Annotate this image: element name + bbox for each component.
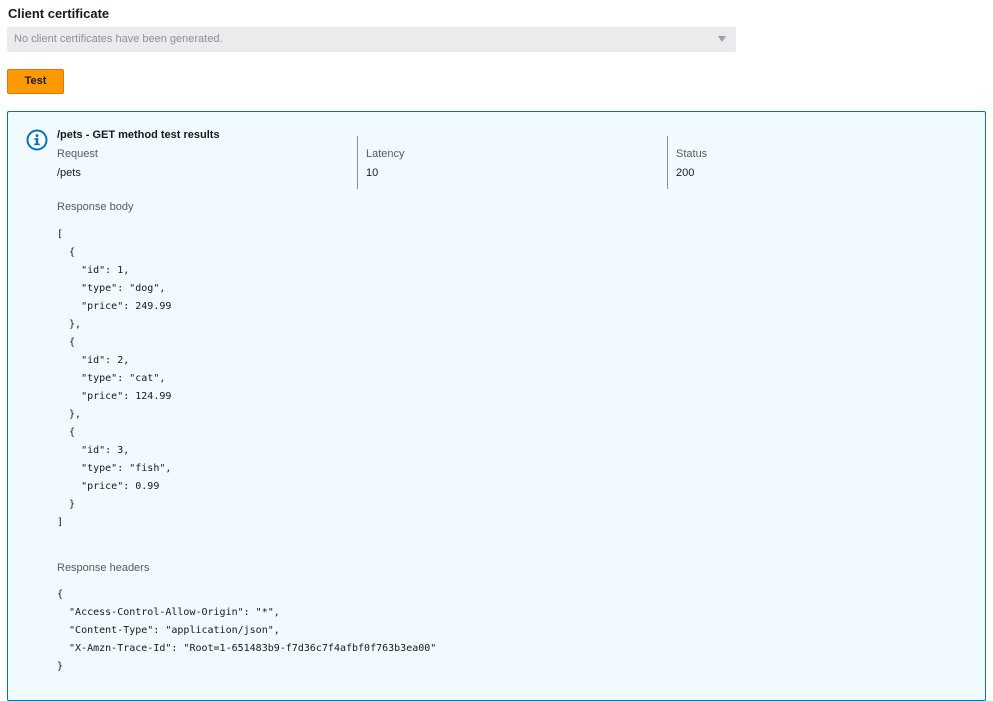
code-line: "type": "cat", <box>57 373 166 384</box>
code-line: "price": 124.99 <box>57 391 172 402</box>
code-line: "id": 1, <box>57 265 130 276</box>
client-certificate-label: Client certificate <box>8 6 110 21</box>
code-line: "Access-Control-Allow-Origin": "*", <box>57 607 280 618</box>
code-line: "type": "fish", <box>57 463 172 474</box>
top-edge <box>0 0 993 3</box>
results-title: /pets - GET method test results <box>57 129 220 141</box>
code-line: "type": "dog", <box>57 283 166 294</box>
code-line: { <box>57 427 76 438</box>
response-headers-label: Response headers <box>57 562 150 574</box>
caret-down-icon <box>718 36 726 42</box>
client-certificate-select[interactable]: No client certificates have been generat… <box>7 27 736 52</box>
code-line: ] <box>57 517 64 528</box>
code-line: "price": 0.99 <box>57 481 160 492</box>
info-circle-icon <box>26 129 48 151</box>
latency-label: Latency <box>366 148 405 160</box>
client-certificate-select-value: No client certificates have been generat… <box>14 33 223 45</box>
test-results-panel: /pets - GET method test results Request … <box>7 111 986 701</box>
code-line: "Content-Type": "application/json", <box>57 625 280 636</box>
code-line: }, <box>57 319 82 330</box>
request-label: Request <box>57 148 98 160</box>
code-line: { <box>57 247 76 258</box>
column-divider <box>667 136 668 189</box>
code-line: { <box>57 337 76 348</box>
code-line: "X-Amzn-Trace-Id": "Root=1-651483b9-f7d3… <box>57 643 437 654</box>
test-button[interactable]: Test <box>7 69 64 94</box>
column-divider <box>357 136 358 189</box>
code-line: [ <box>57 229 64 240</box>
status-value: 200 <box>676 167 695 179</box>
response-body-label: Response body <box>57 201 134 213</box>
code-line: "id": 2, <box>57 355 130 366</box>
code-line: }, <box>57 409 82 420</box>
code-line: } <box>57 499 76 510</box>
request-value: /pets <box>57 167 81 179</box>
latency-value: 10 <box>366 167 379 179</box>
code-line: "id": 3, <box>57 445 130 456</box>
code-line: "price": 249.99 <box>57 301 172 312</box>
code-line: } <box>57 661 64 672</box>
code-line: { <box>57 589 64 600</box>
status-label: Status <box>676 148 708 160</box>
